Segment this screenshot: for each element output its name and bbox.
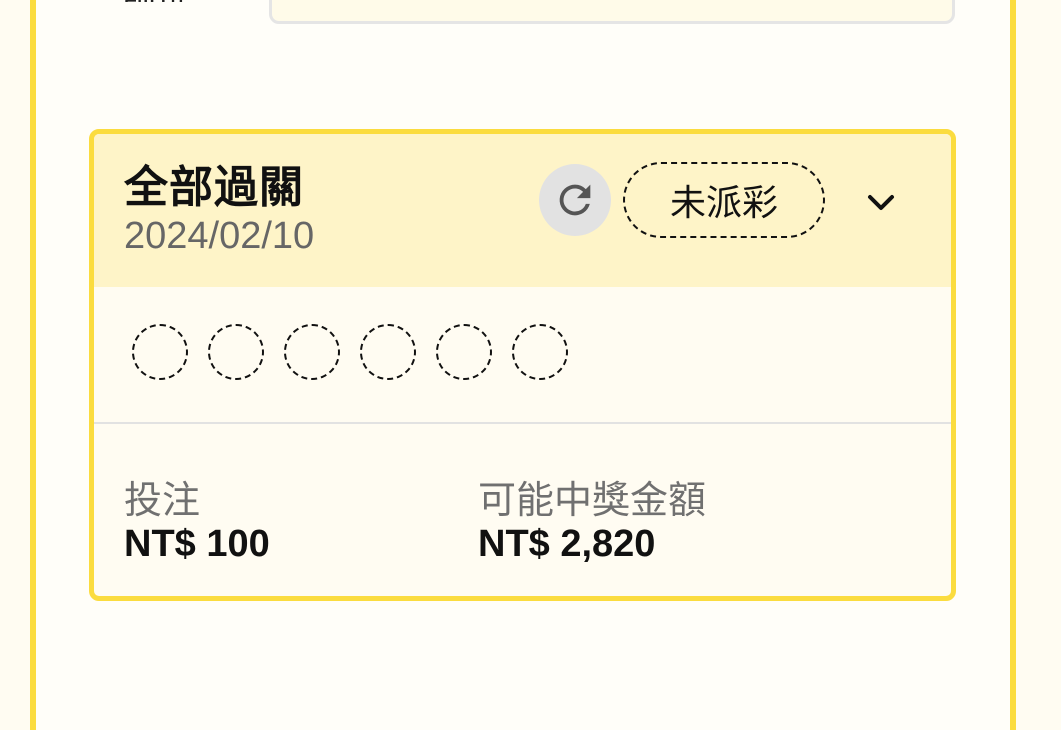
result-balls <box>132 324 568 380</box>
result-ball <box>436 324 492 380</box>
expand-button[interactable] <box>864 186 898 220</box>
bet-card-header[interactable]: 全部過關 2024/02/10 未派彩 <box>94 134 951 287</box>
result-ball <box>360 324 416 380</box>
result-ball <box>512 324 568 380</box>
payout-value: NT$ 2,820 <box>478 523 656 565</box>
result-ball <box>132 324 188 380</box>
stake-label: 投注 <box>124 478 201 522</box>
payout-label: 可能中獎金額 <box>478 478 707 522</box>
bet-type-title: 全部過關 <box>124 162 304 213</box>
chevron-down-icon <box>868 195 894 210</box>
refresh-icon <box>559 184 591 216</box>
divider <box>94 422 951 424</box>
result-ball <box>284 324 340 380</box>
stake-value: NT$ 100 <box>124 523 270 565</box>
status-badge: 未派彩 <box>623 162 825 238</box>
refresh-button[interactable] <box>539 164 611 236</box>
filter-label: 篩選 <box>122 0 190 2</box>
filter-input[interactable] <box>269 0 955 24</box>
result-ball <box>208 324 264 380</box>
bet-card[interactable]: 全部過關 2024/02/10 未派彩 投注 NT$ 100 可能中獎金額 NT… <box>89 129 956 601</box>
bet-date: 2024/02/10 <box>124 215 315 257</box>
